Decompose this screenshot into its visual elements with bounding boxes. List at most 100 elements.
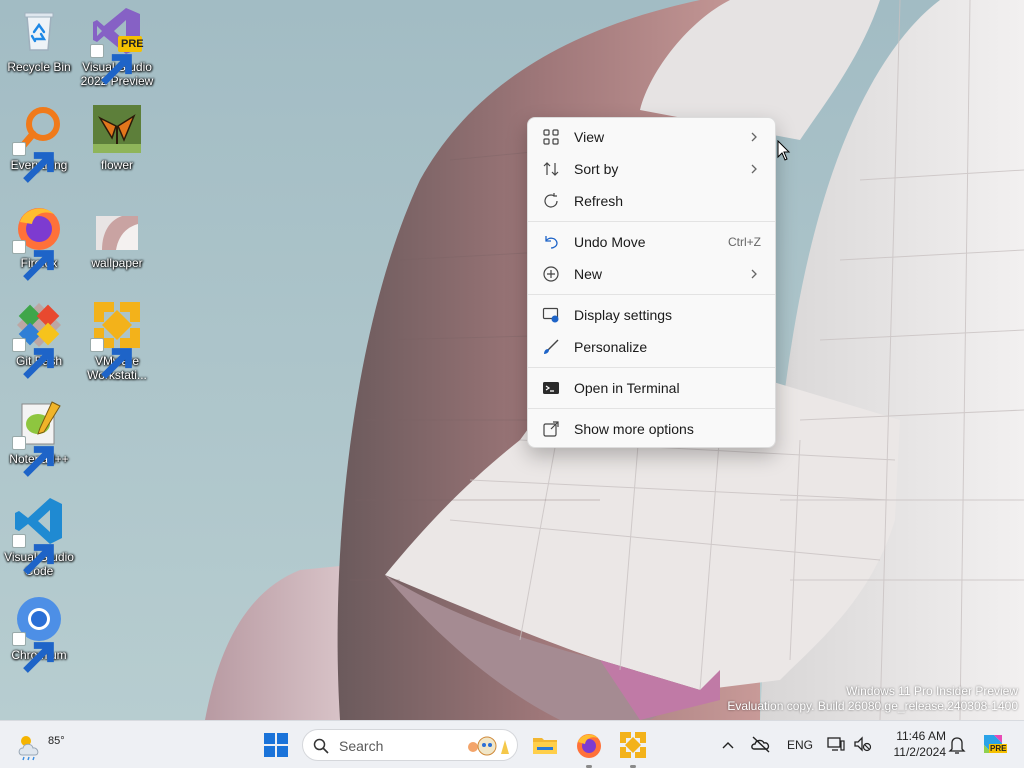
chromium-icon [12, 594, 64, 673]
chevron-right-icon [751, 269, 757, 279]
git-bash-icon [12, 300, 64, 379]
show-hidden-icons-chevron-up-icon[interactable] [720, 735, 736, 755]
menu-item-label: Refresh [574, 193, 624, 209]
plus-circle-icon [543, 266, 559, 282]
windows-evaluation-watermark: Windows 11 Pro Insider Preview Evaluatio… [727, 684, 1018, 714]
shortcut-arrow-icon [90, 44, 132, 85]
mouse-cursor-icon [777, 140, 791, 161]
menu-item-show-more-options[interactable]: Show more options [532, 413, 771, 445]
desktop-icon-firefox[interactable]: Firefox [0, 202, 78, 292]
desktop-icon-label: wallpaper [91, 256, 143, 270]
taskbar: 85° Search ENG 11:46 AM 11/2/2024 PRE [0, 720, 1024, 768]
open-external-icon [543, 421, 559, 437]
firefox-icon [12, 202, 64, 281]
search-highlight-illustration-icon [468, 736, 509, 756]
menu-item-label: Show more options [574, 421, 694, 437]
recycle-bin-icon [14, 6, 64, 56]
shortcut-arrow-icon [12, 338, 54, 379]
firefox-icon [577, 734, 601, 758]
chevron-right-icon [751, 164, 757, 174]
desktop-icon-git-bash[interactable]: Git Bash [0, 300, 78, 390]
windows-logo-icon [264, 733, 288, 757]
menu-item-new[interactable]: New [532, 258, 771, 290]
menu-item-label: Personalize [574, 339, 648, 355]
menu-item-label: New [574, 266, 603, 282]
menu-item-label: Open in Terminal [574, 380, 680, 396]
menu-item-refresh[interactable]: Refresh [532, 185, 771, 217]
speaker-network-status-icon[interactable] [852, 734, 872, 754]
grid-icon [543, 129, 559, 145]
desktop-icon-everything[interactable]: Everything [0, 104, 78, 194]
watermark-line-build: Evaluation copy. Build 26080.ge_release.… [727, 699, 1018, 713]
image-file-icon [92, 202, 142, 252]
clock-time: 11:46 AM [896, 729, 946, 743]
folder-icon [533, 738, 557, 754]
menu-separator [528, 367, 775, 368]
desktop-icon-flower[interactable]: flower [78, 104, 156, 194]
refresh-icon [544, 193, 558, 208]
desktop-icon-chromium[interactable]: Chromium [0, 594, 78, 684]
menu-item-display-settings[interactable]: Display settings [532, 299, 771, 331]
desktop-icon-label: flower [100, 158, 133, 172]
weather-cloud-sun-icon [18, 736, 39, 761]
desktop-icon-wallpaper[interactable]: wallpaper [78, 202, 156, 292]
shortcut-arrow-icon [12, 436, 54, 477]
copilot-button[interactable]: PRE [980, 731, 1008, 757]
menu-item-personalize[interactable]: Personalize [532, 331, 771, 363]
taskbar-vmware[interactable] [617, 729, 649, 768]
display-settings-icon [542, 307, 559, 323]
taskbar-search-box[interactable]: Search [302, 729, 518, 761]
notification-bell-icon[interactable] [948, 735, 966, 755]
watermark-line-edition: Windows 11 Pro Insider Preview [846, 684, 1018, 698]
terminal-icon [543, 382, 559, 394]
desktop-icon-visual-studio-code[interactable]: Visual Studio Code [0, 496, 78, 586]
vmware-icon [90, 300, 142, 379]
menu-separator [528, 294, 775, 295]
vscode-icon [12, 496, 64, 575]
weather-temperature: 85° [48, 735, 65, 747]
shortcut-arrow-icon [90, 338, 132, 379]
taskbar-file-explorer[interactable] [529, 729, 561, 761]
menu-item-undo-move[interactable]: Undo Move Ctrl+Z [532, 226, 771, 258]
copilot-preview-badge: PRE [989, 744, 1008, 753]
menu-item-label: Display settings [574, 307, 673, 323]
menu-separator [528, 408, 775, 409]
input-language-indicator[interactable]: ENG [787, 738, 813, 752]
menu-item-label: View [574, 129, 605, 145]
display-network-icon[interactable] [826, 734, 846, 754]
shortcut-arrow-icon [12, 632, 54, 673]
menu-item-label: Undo Move [574, 234, 646, 250]
clock-date: 11/2/2024 [893, 745, 947, 759]
menu-item-label: Sort by [574, 161, 619, 177]
desktop-context-menu: View Sort by Refresh Undo Move Ctrl+Z Ne… [527, 117, 776, 448]
taskbar-firefox[interactable] [573, 729, 605, 768]
desktop-icon-label: Recycle Bin [7, 60, 71, 74]
shortcut-arrow-icon [12, 534, 54, 575]
undo-icon [545, 236, 558, 249]
notepad-plus-plus-icon [12, 398, 64, 477]
weather-widget[interactable]: 85° [16, 727, 65, 763]
shortcut-arrow-icon [12, 142, 54, 183]
shortcut-arrow-icon [12, 240, 54, 281]
brush-icon [544, 339, 559, 354]
menu-separator [528, 221, 775, 222]
menu-item-sort-by[interactable]: Sort by [532, 153, 771, 185]
start-button[interactable] [263, 732, 289, 758]
desktop-icon-notepad-plus-plus[interactable]: Notepad++ [0, 398, 78, 488]
desktop-icon-visual-studio-2022-preview[interactable]: PRE Visual Studio 2022 Preview [78, 6, 156, 96]
keyboard-shortcut: Ctrl+Z [728, 235, 761, 249]
menu-item-open-in-terminal[interactable]: Open in Terminal [532, 372, 771, 404]
visual-studio-icon: PRE [90, 6, 144, 85]
menu-item-view[interactable]: View [532, 121, 771, 153]
everything-search-icon [12, 104, 64, 183]
vmware-icon [620, 732, 646, 758]
taskbar-clock[interactable]: 11:46 AM 11/2/2024 [880, 728, 947, 760]
desktop-icon-recycle-bin[interactable]: Recycle Bin [0, 6, 78, 96]
onedrive-offline-icon[interactable] [750, 733, 772, 755]
desktop-icon-vmware-workstation[interactable]: VMware Workstati... [78, 300, 156, 390]
sort-icon [543, 162, 559, 176]
image-file-icon [92, 104, 142, 154]
search-placeholder: Search [339, 738, 384, 754]
chevron-right-icon [751, 132, 757, 142]
search-icon [313, 738, 329, 754]
